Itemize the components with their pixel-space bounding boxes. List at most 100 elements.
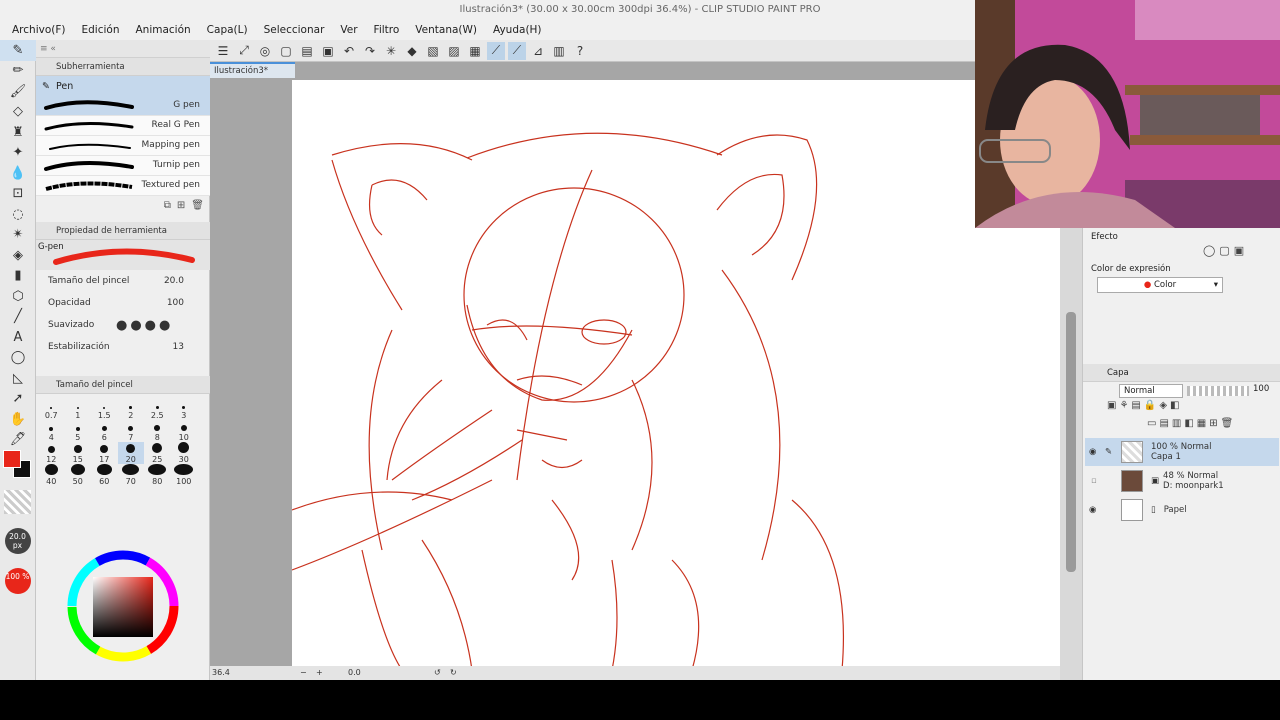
brush-size-cell[interactable]: 1.5 bbox=[91, 398, 118, 420]
zoom-out-icon[interactable]: − bbox=[300, 666, 307, 680]
object-tool-icon[interactable]: ➚ bbox=[0, 389, 36, 410]
scroll-thumb[interactable] bbox=[1066, 312, 1076, 572]
clear-icon[interactable]: ✳ bbox=[382, 42, 400, 60]
text-tool-icon[interactable]: A bbox=[0, 327, 36, 348]
trash-icon[interactable]: 🗑 bbox=[191, 200, 204, 211]
effect-icons[interactable]: ◯▢▣ bbox=[1203, 244, 1248, 257]
snap-grid-icon[interactable]: ⊿ bbox=[529, 42, 547, 60]
stabilization-row[interactable]: Estabilización 13 bbox=[36, 336, 210, 358]
layer-tab[interactable]: Capa bbox=[1083, 364, 1280, 382]
brush-size-cell[interactable]: 10 bbox=[171, 420, 198, 442]
menu-ver[interactable]: Ver bbox=[332, 20, 365, 40]
brush-size-cell[interactable]: 25 bbox=[144, 442, 171, 464]
rotate-left-icon[interactable]: ↺ bbox=[434, 666, 441, 680]
brush-size-cell[interactable]: 80 bbox=[144, 464, 171, 486]
duplicate-icon[interactable]: ⧉ bbox=[164, 200, 171, 211]
line-tool-icon[interactable]: ╱ bbox=[0, 307, 36, 328]
transparent-color-swatch[interactable] bbox=[4, 490, 31, 514]
brush-size-cell[interactable]: 20 bbox=[117, 442, 144, 464]
brush-size-row[interactable]: Tamaño del pincel 20.0 bbox=[36, 270, 210, 292]
brush-size-cell[interactable]: 40 bbox=[38, 464, 65, 486]
companion-icon[interactable]: ▥ bbox=[550, 42, 568, 60]
spiral-icon[interactable]: ◎ bbox=[256, 42, 274, 60]
eye-icon[interactable]: ◉ bbox=[1089, 447, 1096, 457]
eye-icon[interactable]: ◉ bbox=[1089, 505, 1096, 515]
deselect-icon[interactable]: ▧ bbox=[424, 42, 442, 60]
brush-size-cell[interactable]: 50 bbox=[65, 464, 92, 486]
brush-size-cell[interactable]: 4 bbox=[38, 420, 65, 442]
opacity-slider[interactable] bbox=[1187, 386, 1249, 396]
canvas-area[interactable]: Ilustración3* bbox=[210, 62, 1060, 680]
zoom-in-icon[interactable]: + bbox=[316, 666, 323, 680]
document-tab[interactable]: Ilustración3* bbox=[210, 62, 295, 78]
brush-size-cell[interactable]: 17 bbox=[91, 442, 118, 464]
crop-icon[interactable]: ▦ bbox=[466, 42, 484, 60]
brush-size-cell[interactable]: 2.5 bbox=[144, 398, 171, 420]
pencil-tool-icon[interactable]: ✏ bbox=[0, 61, 36, 82]
brush-size-cell[interactable]: 1 bbox=[65, 398, 92, 420]
brush-size-cell[interactable]: 100 bbox=[171, 464, 198, 486]
main-color-swatch[interactable] bbox=[3, 450, 21, 468]
brush-size-cell[interactable]: 7 bbox=[118, 420, 145, 442]
blend-tool-icon[interactable]: 💧 bbox=[0, 163, 36, 184]
layer-row[interactable]: ◉ ✎ 100 % Normal Capa 1 bbox=[1085, 438, 1279, 466]
menu-capa[interactable]: Capa(L) bbox=[199, 20, 256, 40]
blend-mode-select[interactable]: Normal bbox=[1119, 384, 1183, 398]
menu-edicion[interactable]: Edición bbox=[73, 20, 127, 40]
brush-item-gpen[interactable]: G pen bbox=[36, 96, 210, 116]
menu-animacion[interactable]: Animación bbox=[127, 20, 198, 40]
layer-opacity-value[interactable]: 100 bbox=[1253, 384, 1269, 394]
brush-size-cell[interactable]: 3 bbox=[171, 398, 198, 420]
frame-tool-icon[interactable]: ◺ bbox=[0, 368, 36, 389]
brush-size-cell[interactable]: 6 bbox=[91, 420, 118, 442]
rotate-right-icon[interactable]: ↻ bbox=[450, 666, 457, 680]
invert-selection-icon[interactable]: ▨ bbox=[445, 42, 463, 60]
brush-size-cell[interactable]: 70 bbox=[118, 464, 145, 486]
brush-item-turnip[interactable]: Turnip pen bbox=[36, 156, 210, 176]
lasso-tool-icon[interactable]: ◌ bbox=[0, 204, 36, 225]
menu-filtro[interactable]: Filtro bbox=[366, 20, 408, 40]
size-value[interactable]: 20.0 bbox=[164, 276, 184, 286]
redo-icon[interactable]: ↷ bbox=[361, 42, 379, 60]
figure-tool-icon[interactable]: ⬡ bbox=[0, 286, 36, 307]
snap-ruler-icon[interactable]: ⟋ bbox=[487, 41, 505, 60]
brush-size-cell[interactable]: 0.7 bbox=[38, 398, 65, 420]
opacity-value[interactable]: 100 bbox=[167, 298, 184, 308]
opacity-row[interactable]: Opacidad 100 bbox=[36, 292, 210, 314]
brush-size-cell[interactable]: 30 bbox=[171, 442, 198, 464]
open-folder-icon[interactable]: ▤ bbox=[298, 42, 316, 60]
help-icon[interactable]: ? bbox=[571, 42, 589, 60]
hand-tool-icon[interactable]: ✋ bbox=[0, 409, 36, 430]
add-icon[interactable]: ⊞ bbox=[177, 200, 185, 211]
hidden-eye-box[interactable]: ▫ bbox=[1091, 476, 1097, 486]
brush-size-cell[interactable]: 8 bbox=[144, 420, 171, 442]
hamburger-menu-icon[interactable]: ☰ bbox=[214, 42, 232, 60]
brush-item-textured[interactable]: Textured pen bbox=[36, 176, 210, 196]
stabilization-value[interactable]: 13 bbox=[173, 342, 184, 352]
fill-tool-icon[interactable]: ◈ bbox=[0, 245, 36, 266]
airbrush-tool-icon[interactable]: ♜ bbox=[0, 122, 36, 143]
save-icon[interactable]: ▣ bbox=[319, 42, 337, 60]
drawing-canvas[interactable] bbox=[292, 80, 1060, 670]
gradient-tool-icon[interactable]: ▮ bbox=[0, 266, 36, 287]
operation-tool-icon[interactable]: ⊡ bbox=[0, 184, 36, 205]
menu-ayuda[interactable]: Ayuda(H) bbox=[485, 20, 550, 40]
layer-action-icons[interactable]: ▭▤▥◧▦⊞🗑 bbox=[1147, 418, 1236, 429]
menu-ventana[interactable]: Ventana(W) bbox=[407, 20, 485, 40]
new-file-icon[interactable]: ▢ bbox=[277, 42, 295, 60]
layer-row[interactable]: ▫ ▣ 48 % Normal D: moonpark1 bbox=[1085, 467, 1279, 495]
pen-tool-icon[interactable]: ✎ bbox=[0, 40, 36, 61]
brush-size-cell[interactable]: 15 bbox=[65, 442, 92, 464]
color-wheel[interactable] bbox=[36, 542, 210, 680]
brush-size-cell[interactable]: 60 bbox=[91, 464, 118, 486]
menu-seleccionar[interactable]: Seleccionar bbox=[256, 20, 333, 40]
brush-item-realgpen[interactable]: Real G Pen bbox=[36, 116, 210, 136]
balloon-tool-icon[interactable]: ◯ bbox=[0, 348, 36, 369]
layer-lock-icons[interactable]: ▣⚘▤🔒◈◧ bbox=[1107, 400, 1182, 411]
menu-archivo[interactable]: Archivo(F) bbox=[4, 20, 73, 40]
auto-select-tool-icon[interactable]: ✴ bbox=[0, 225, 36, 246]
subtool-group-tab[interactable]: ✎ Pen bbox=[36, 76, 210, 96]
eyedropper-tool-icon[interactable]: 🖊 bbox=[0, 430, 36, 451]
decoration-tool-icon[interactable]: ✦ bbox=[0, 143, 36, 164]
undo-icon[interactable]: ↶ bbox=[340, 42, 358, 60]
